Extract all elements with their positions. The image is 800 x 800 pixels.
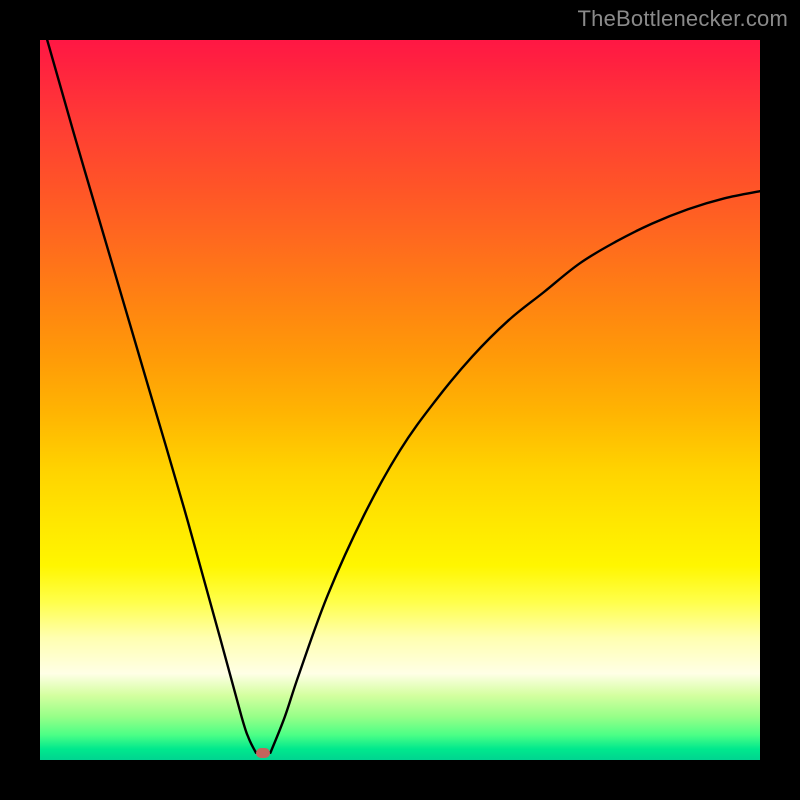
- curve-right-branch: [270, 191, 760, 753]
- bottleneck-curve: [40, 40, 760, 760]
- optimal-point-marker: [256, 748, 270, 758]
- watermark-text: TheBottlenecker.com: [578, 6, 788, 32]
- curve-left-branch: [47, 40, 256, 753]
- chart-frame: TheBottlenecker.com: [0, 0, 800, 800]
- plot-area: [40, 40, 760, 760]
